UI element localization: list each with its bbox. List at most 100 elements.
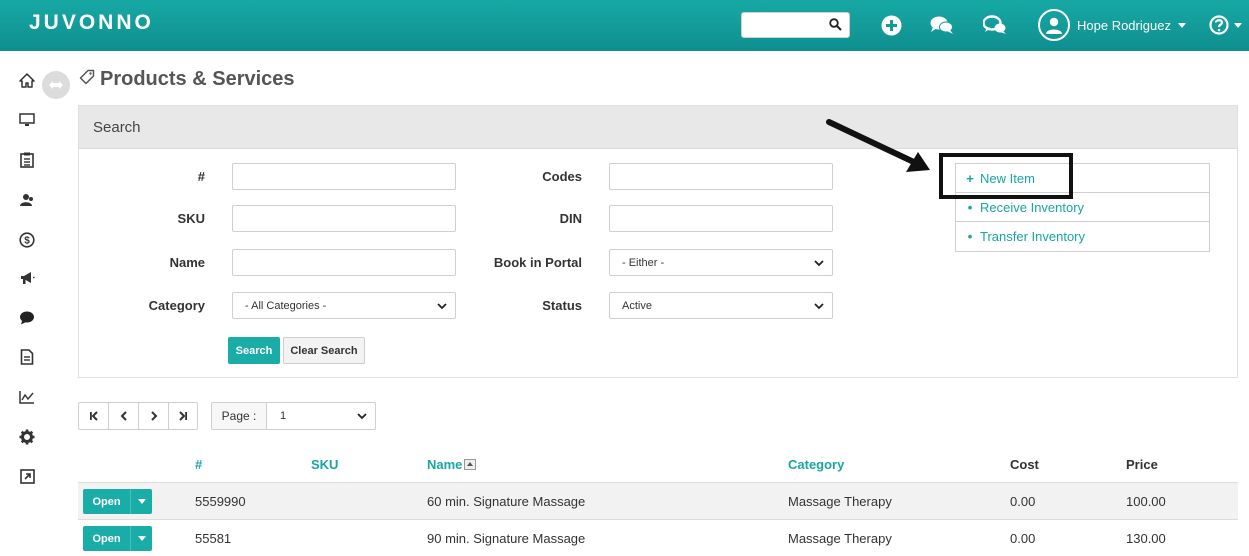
page-selector[interactable]: Page : 1 xyxy=(211,402,376,430)
cell-cost: 0.00 xyxy=(1010,494,1036,509)
top-navbar: JUVONNO Hope Rodriguez xyxy=(0,0,1249,51)
open-dropdown-toggle[interactable] xyxy=(130,526,152,551)
status-label: Status xyxy=(542,298,582,313)
home-icon[interactable] xyxy=(18,71,36,89)
dollar-icon[interactable]: $ xyxy=(18,231,36,249)
first-page-icon xyxy=(89,411,98,421)
gear-icon[interactable] xyxy=(18,428,36,446)
avatar-icon xyxy=(1038,9,1070,41)
book-in-portal-label: Book in Portal xyxy=(493,255,582,270)
transfer-inventory-link[interactable]: • Transfer Inventory xyxy=(956,222,1209,251)
column-header-sku[interactable]: SKU xyxy=(311,457,338,472)
number-field[interactable] xyxy=(232,163,456,190)
book-in-portal-value: - Either - xyxy=(622,257,665,269)
tag-icon xyxy=(79,68,95,91)
open-button[interactable]: Open xyxy=(83,489,152,514)
sort-ascending-icon[interactable] xyxy=(464,459,477,470)
chevron-down-icon xyxy=(1234,22,1242,28)
last-page-button[interactable] xyxy=(169,403,197,429)
clients-icon[interactable] xyxy=(18,191,36,209)
chevron-down-icon xyxy=(437,301,447,313)
user-menu[interactable]: Hope Rodriguez xyxy=(1038,9,1186,41)
bullet-icon: • xyxy=(967,229,973,244)
search-icon[interactable] xyxy=(829,18,842,36)
column-header-price: Price xyxy=(1126,457,1158,472)
status-select-value: Active xyxy=(622,300,652,312)
document-icon[interactable] xyxy=(18,348,36,366)
open-button-label: Open xyxy=(92,532,121,545)
clipboard-icon[interactable] xyxy=(18,151,36,169)
collapse-sidebar-button[interactable] xyxy=(42,71,70,99)
transfer-inventory-label: Transfer Inventory xyxy=(980,229,1086,244)
previous-page-button[interactable] xyxy=(109,403,139,429)
chart-icon[interactable] xyxy=(18,388,36,406)
cell-number: 55581 xyxy=(195,531,232,546)
name-field[interactable] xyxy=(232,249,456,276)
chevron-down-icon xyxy=(1177,22,1186,28)
chevron-right-icon xyxy=(150,411,157,421)
number-label: # xyxy=(197,169,205,184)
global-search-input[interactable] xyxy=(746,13,826,37)
page-select[interactable]: 1 xyxy=(267,403,375,429)
sku-label: SKU xyxy=(177,211,205,226)
cell-number: 5559990 xyxy=(195,494,246,509)
chevron-left-icon xyxy=(120,411,127,421)
cell-price: 130.00 xyxy=(1126,531,1166,546)
search-panel-heading: Search xyxy=(79,106,1237,149)
status-select[interactable]: Active xyxy=(609,292,833,319)
messages-icon[interactable] xyxy=(983,13,1007,37)
search-panel: Search # SKU Name Category - All Categor… xyxy=(78,105,1238,378)
category-label: Category xyxy=(148,298,205,313)
category-select[interactable]: - All Categories - xyxy=(232,292,456,319)
global-search[interactable] xyxy=(741,12,850,38)
cell-category: Massage Therapy xyxy=(788,531,892,546)
pagination-controls xyxy=(78,402,198,430)
open-button[interactable]: Open xyxy=(83,526,152,551)
category-select-value: - All Categories - xyxy=(245,300,327,312)
help-menu[interactable] xyxy=(1209,13,1245,37)
next-page-button[interactable] xyxy=(139,403,169,429)
column-header-name[interactable]: Name xyxy=(427,457,477,472)
table-row: Open 5559990 60 min. Signature Massage M… xyxy=(78,482,1238,519)
add-icon[interactable] xyxy=(879,13,903,37)
din-field[interactable] xyxy=(609,205,833,232)
page-select-value: 1 xyxy=(280,410,287,422)
arrows-icon xyxy=(49,81,63,89)
annotation-arrow xyxy=(826,119,930,172)
bullet-icon: • xyxy=(967,199,973,215)
cell-cost: 0.00 xyxy=(1010,531,1036,546)
table-row: Open 55581 90 min. Signature Massage Mas… xyxy=(78,519,1238,556)
last-page-icon xyxy=(179,411,187,421)
annotation-highlight-box xyxy=(939,153,1073,199)
search-button[interactable]: Search xyxy=(228,337,280,364)
chat-icon[interactable] xyxy=(930,13,954,37)
cell-category: Massage Therapy xyxy=(788,494,892,509)
sku-field[interactable] xyxy=(232,205,456,232)
name-label: Name xyxy=(169,255,205,270)
column-header-name-label: Name xyxy=(427,457,463,472)
cell-name: 60 min. Signature Massage xyxy=(427,494,586,509)
svg-text:$: $ xyxy=(24,236,30,247)
page-title-text: Products & Services xyxy=(100,68,295,90)
open-dropdown-toggle[interactable] xyxy=(130,489,152,514)
monitor-icon[interactable] xyxy=(18,111,36,129)
megaphone-icon[interactable] xyxy=(18,269,36,287)
receive-inventory-label: Receive Inventory xyxy=(980,199,1085,215)
sidebar: $ xyxy=(0,51,54,552)
column-header-cost: Cost xyxy=(1010,457,1039,472)
cell-price: 100.00 xyxy=(1126,494,1166,509)
chevron-down-icon xyxy=(814,258,824,270)
external-link-icon[interactable] xyxy=(18,467,36,485)
codes-field[interactable] xyxy=(609,163,833,190)
comment-icon[interactable] xyxy=(18,309,36,327)
column-header-category[interactable]: Category xyxy=(788,457,844,472)
cell-name: 90 min. Signature Massage xyxy=(427,531,586,546)
user-name: Hope Rodriguez xyxy=(1077,17,1171,33)
column-header-number[interactable]: # xyxy=(195,457,202,472)
app-logo[interactable]: JUVONNO xyxy=(29,11,154,35)
first-page-button[interactable] xyxy=(79,403,109,429)
codes-label: Codes xyxy=(542,169,582,184)
book-in-portal-select[interactable]: - Either - xyxy=(609,249,833,276)
clear-search-button[interactable]: Clear Search xyxy=(283,337,365,364)
chevron-down-icon xyxy=(814,301,824,313)
